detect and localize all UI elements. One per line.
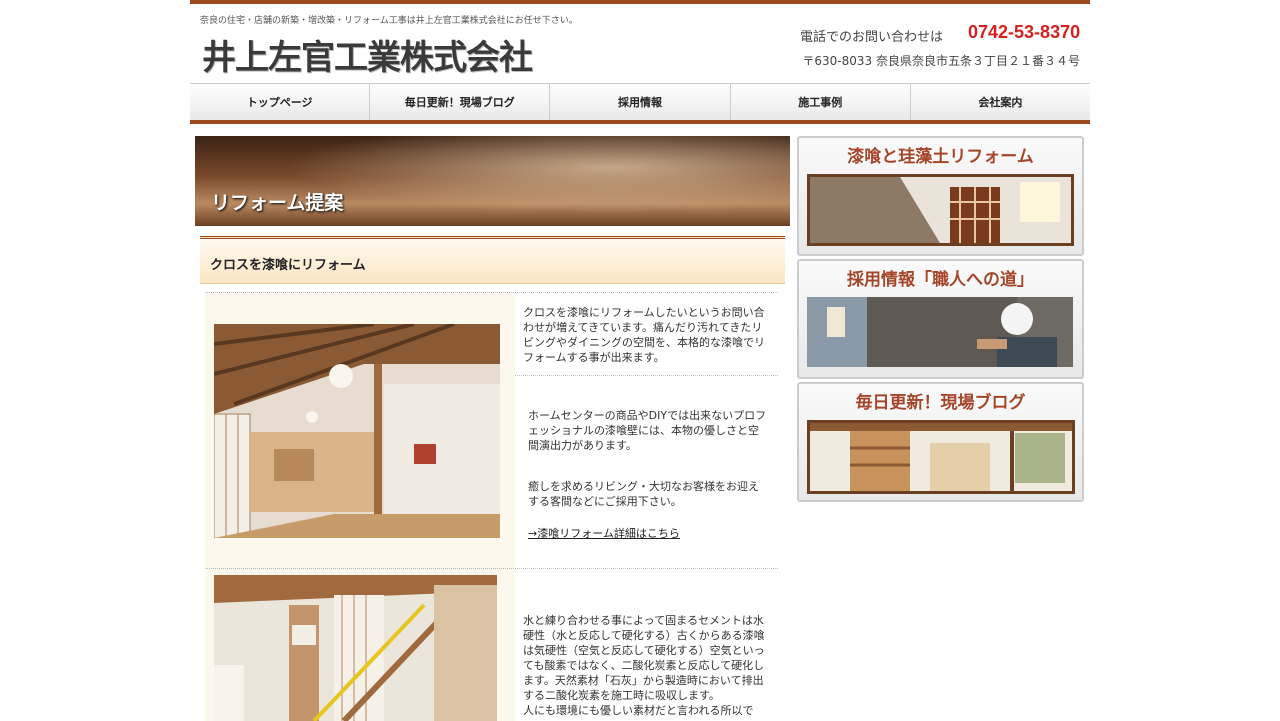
paragraph-2: ホームセンターの商品やDIYでは出来ないプロフェッショナルの漆喰壁には、本物の優… xyxy=(528,409,767,452)
paragraph-1: クロスを漆喰にリフォームしたいというお問い合わせが増えてきています。痛んだり汚れ… xyxy=(523,306,765,364)
banner-recruit[interactable]: 採用情報「職人への道」 xyxy=(797,259,1084,379)
living-room-photo xyxy=(214,324,500,538)
contact-phone[interactable]: 0742-53-8370 xyxy=(968,22,1080,43)
banner-blog-image xyxy=(807,420,1075,494)
contact-label: 電話でのお問い合わせは xyxy=(800,30,944,45)
nav-item-blog[interactable]: 毎日更新！現場ブログ xyxy=(370,84,551,120)
content-row: 水と練り合わせる事によって固まるセメントは水硬性（水と反応して硬化する）古くから… xyxy=(205,568,778,721)
banner-title: 漆喰と珪藻土リフォーム xyxy=(847,147,1034,167)
row-divider xyxy=(515,375,778,376)
page-wrapper: 奈良の住宅・店舗の新築・増改築・リフォーム工事は井上左官工業株式会社にお任せ下さ… xyxy=(190,0,1090,721)
company-logo[interactable]: 井上左官工業株式会社 xyxy=(202,30,533,79)
plaster-reform-detail-link[interactable]: →漆喰リフォーム詳細はこちら xyxy=(528,526,768,541)
nav-item-company[interactable]: 会社案内 xyxy=(911,84,1090,120)
nav-item-recruit[interactable]: 採用情報 xyxy=(550,84,731,120)
header-tagline: 奈良の住宅・店舗の新築・増改築・リフォーム工事は井上左官工業株式会社にお任せ下さ… xyxy=(200,16,578,26)
paragraph-5: 人にも環境にも優しい素材だと言われる所以で xyxy=(523,704,754,717)
banner-recruit-image xyxy=(807,297,1073,367)
contact-address: 〒630-8033 奈良県奈良市五条３丁目２１番３４号 xyxy=(802,54,1080,68)
top-accent-bar xyxy=(190,0,1090,4)
banner-plaster-reform[interactable]: 漆喰と珪藻土リフォーム xyxy=(797,136,1084,256)
global-nav: トップページ 毎日更新！現場ブログ 採用情報 施工事例 会社案内 xyxy=(190,83,1090,124)
content-row: クロスを漆喰にリフォームしたいというお問い合わせが増えてきています。痛んだり汚れ… xyxy=(205,292,778,569)
hero-banner: リフォーム提案 xyxy=(195,136,790,226)
nav-item-works[interactable]: 施工事例 xyxy=(731,84,911,120)
stair-room-photo xyxy=(214,575,497,721)
hero-title: リフォーム提案 xyxy=(211,192,344,214)
banner-blog[interactable]: 毎日更新！現場ブログ xyxy=(797,382,1084,502)
section-title: クロスを漆喰にリフォーム xyxy=(210,258,366,273)
paragraph-4: 水と練り合わせる事によって固まるセメントは水硬性（水と反応して硬化する）古くから… xyxy=(523,614,765,702)
section-header: クロスを漆喰にリフォーム xyxy=(200,236,785,284)
nav-item-top[interactable]: トップページ xyxy=(190,84,371,120)
banner-title: 毎日更新！現場ブログ xyxy=(855,393,1026,413)
banner-title: 採用情報「職人への道」 xyxy=(847,270,1034,290)
paragraph-3: 癒しを求めるリビング・大切なお客様をお迎えする客間などにご採用下さい。 xyxy=(528,480,759,508)
banner-plaster-image xyxy=(807,174,1074,246)
